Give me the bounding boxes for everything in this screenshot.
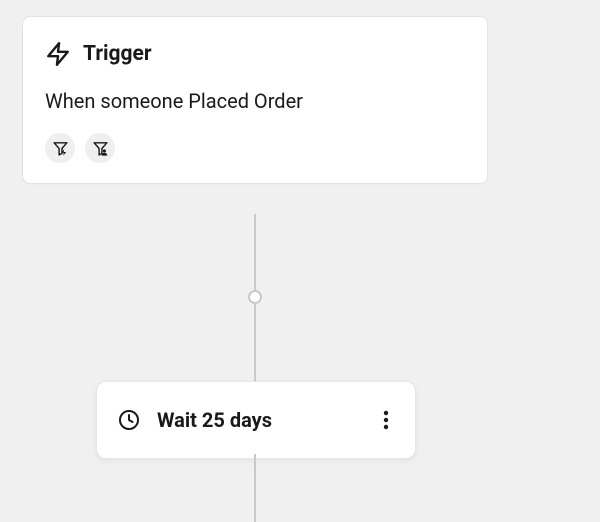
- wait-label: Wait 25 days: [157, 408, 272, 432]
- filter-trigger-icon: [52, 140, 69, 157]
- clock-icon: [117, 408, 141, 432]
- connector-line: [254, 214, 256, 296]
- wait-card[interactable]: Wait 25 days: [96, 381, 416, 459]
- trigger-title: Trigger: [83, 42, 152, 66]
- filter-profile-button[interactable]: [85, 133, 115, 163]
- filter-row: [45, 133, 465, 163]
- flow-canvas: Trigger When someone Placed Order: [0, 0, 600, 522]
- connector-line: [254, 303, 256, 383]
- wait-more-button[interactable]: [377, 404, 395, 436]
- connector-line: [254, 454, 256, 522]
- filter-profile-icon: [92, 140, 109, 157]
- trigger-header: Trigger: [45, 41, 465, 67]
- add-step-dot[interactable]: [248, 290, 262, 304]
- more-icon: [383, 410, 389, 430]
- bolt-icon: [45, 41, 71, 67]
- wait-card-content: Wait 25 days: [117, 408, 272, 432]
- filter-trigger-button[interactable]: [45, 133, 75, 163]
- trigger-card[interactable]: Trigger When someone Placed Order: [22, 16, 488, 184]
- trigger-description: When someone Placed Order: [45, 89, 465, 113]
